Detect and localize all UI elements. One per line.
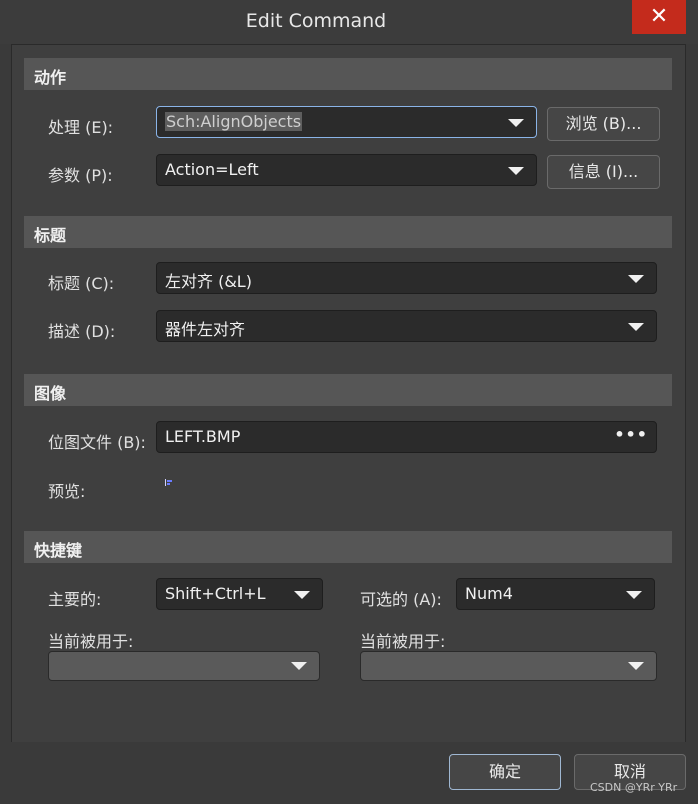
chevron-down-icon[interactable] (508, 119, 524, 127)
ok-button[interactable]: 确定 (449, 754, 561, 790)
chevron-down-icon[interactable] (294, 591, 310, 599)
section-shortcuts: 快捷键 (24, 531, 672, 563)
params-combo[interactable]: Action=Left (156, 154, 537, 186)
bitmap-label: 位图文件 (B): (48, 433, 146, 452)
ellipsis-icon[interactable]: ••• (614, 425, 648, 444)
section-caption-title: 标题 (34, 226, 67, 245)
used-by-right-combo[interactable] (360, 651, 657, 681)
bitmap-value: LEFT.BMP (165, 427, 241, 446)
section-action: 动作 (24, 58, 672, 90)
used-by-left-combo[interactable] (48, 651, 320, 681)
section-action-title: 动作 (34, 68, 67, 87)
alternate-shortcut-value: Num4 (465, 584, 513, 603)
primary-shortcut-combo[interactable]: Shift+Ctrl+L (156, 578, 323, 610)
title-combo[interactable]: 左对齐 (&L) (156, 262, 657, 294)
preview-label: 预览: (48, 482, 86, 501)
used-by-right-label: 当前被用于: (360, 632, 446, 651)
section-shortcuts-title: 快捷键 (34, 541, 83, 560)
section-image: 图像 (24, 374, 672, 406)
params-value: Action=Left (165, 160, 259, 179)
window-title: Edit Command (245, 10, 387, 32)
section-image-title: 图像 (34, 384, 67, 403)
chevron-down-icon[interactable] (628, 323, 644, 331)
description-value: 器件左对齐 (165, 320, 246, 339)
browse-button[interactable]: 浏览 (B)... (547, 107, 660, 141)
primary-shortcut-value: Shift+Ctrl+L (165, 584, 266, 603)
chevron-down-icon[interactable] (628, 662, 644, 670)
title-bar: Edit Command ✕ (0, 0, 698, 44)
title-label: 标题 (C): (48, 274, 115, 293)
alternate-label: 可选的 (A): (360, 590, 442, 609)
info-button[interactable]: 信息 (I)... (547, 155, 660, 189)
chevron-down-icon[interactable] (291, 662, 307, 670)
title-value: 左对齐 (&L) (165, 272, 252, 291)
chevron-down-icon[interactable] (626, 591, 642, 599)
used-by-left-label: 当前被用于: (48, 632, 134, 651)
process-value: Sch:AlignObjects (165, 112, 303, 131)
chevron-down-icon[interactable] (508, 167, 524, 175)
chevron-down-icon[interactable] (628, 275, 644, 283)
alternate-shortcut-combo[interactable]: Num4 (456, 578, 655, 610)
process-label: 处理 (E): (48, 118, 114, 137)
close-icon: ✕ (649, 4, 669, 29)
close-button[interactable]: ✕ (632, 0, 686, 34)
section-caption: 标题 (24, 216, 672, 248)
bitmap-field[interactable]: LEFT.BMP ••• (156, 421, 657, 453)
description-label: 描述 (D): (48, 322, 116, 341)
description-combo[interactable]: 器件左对齐 (156, 310, 657, 342)
watermark: CSDN @YRr YRr (590, 781, 678, 794)
primary-label: 主要的: (48, 590, 102, 609)
params-label: 参数 (P): (48, 166, 113, 185)
process-combo[interactable]: Sch:AlignObjects (156, 106, 537, 138)
align-left-icon (165, 479, 172, 486)
